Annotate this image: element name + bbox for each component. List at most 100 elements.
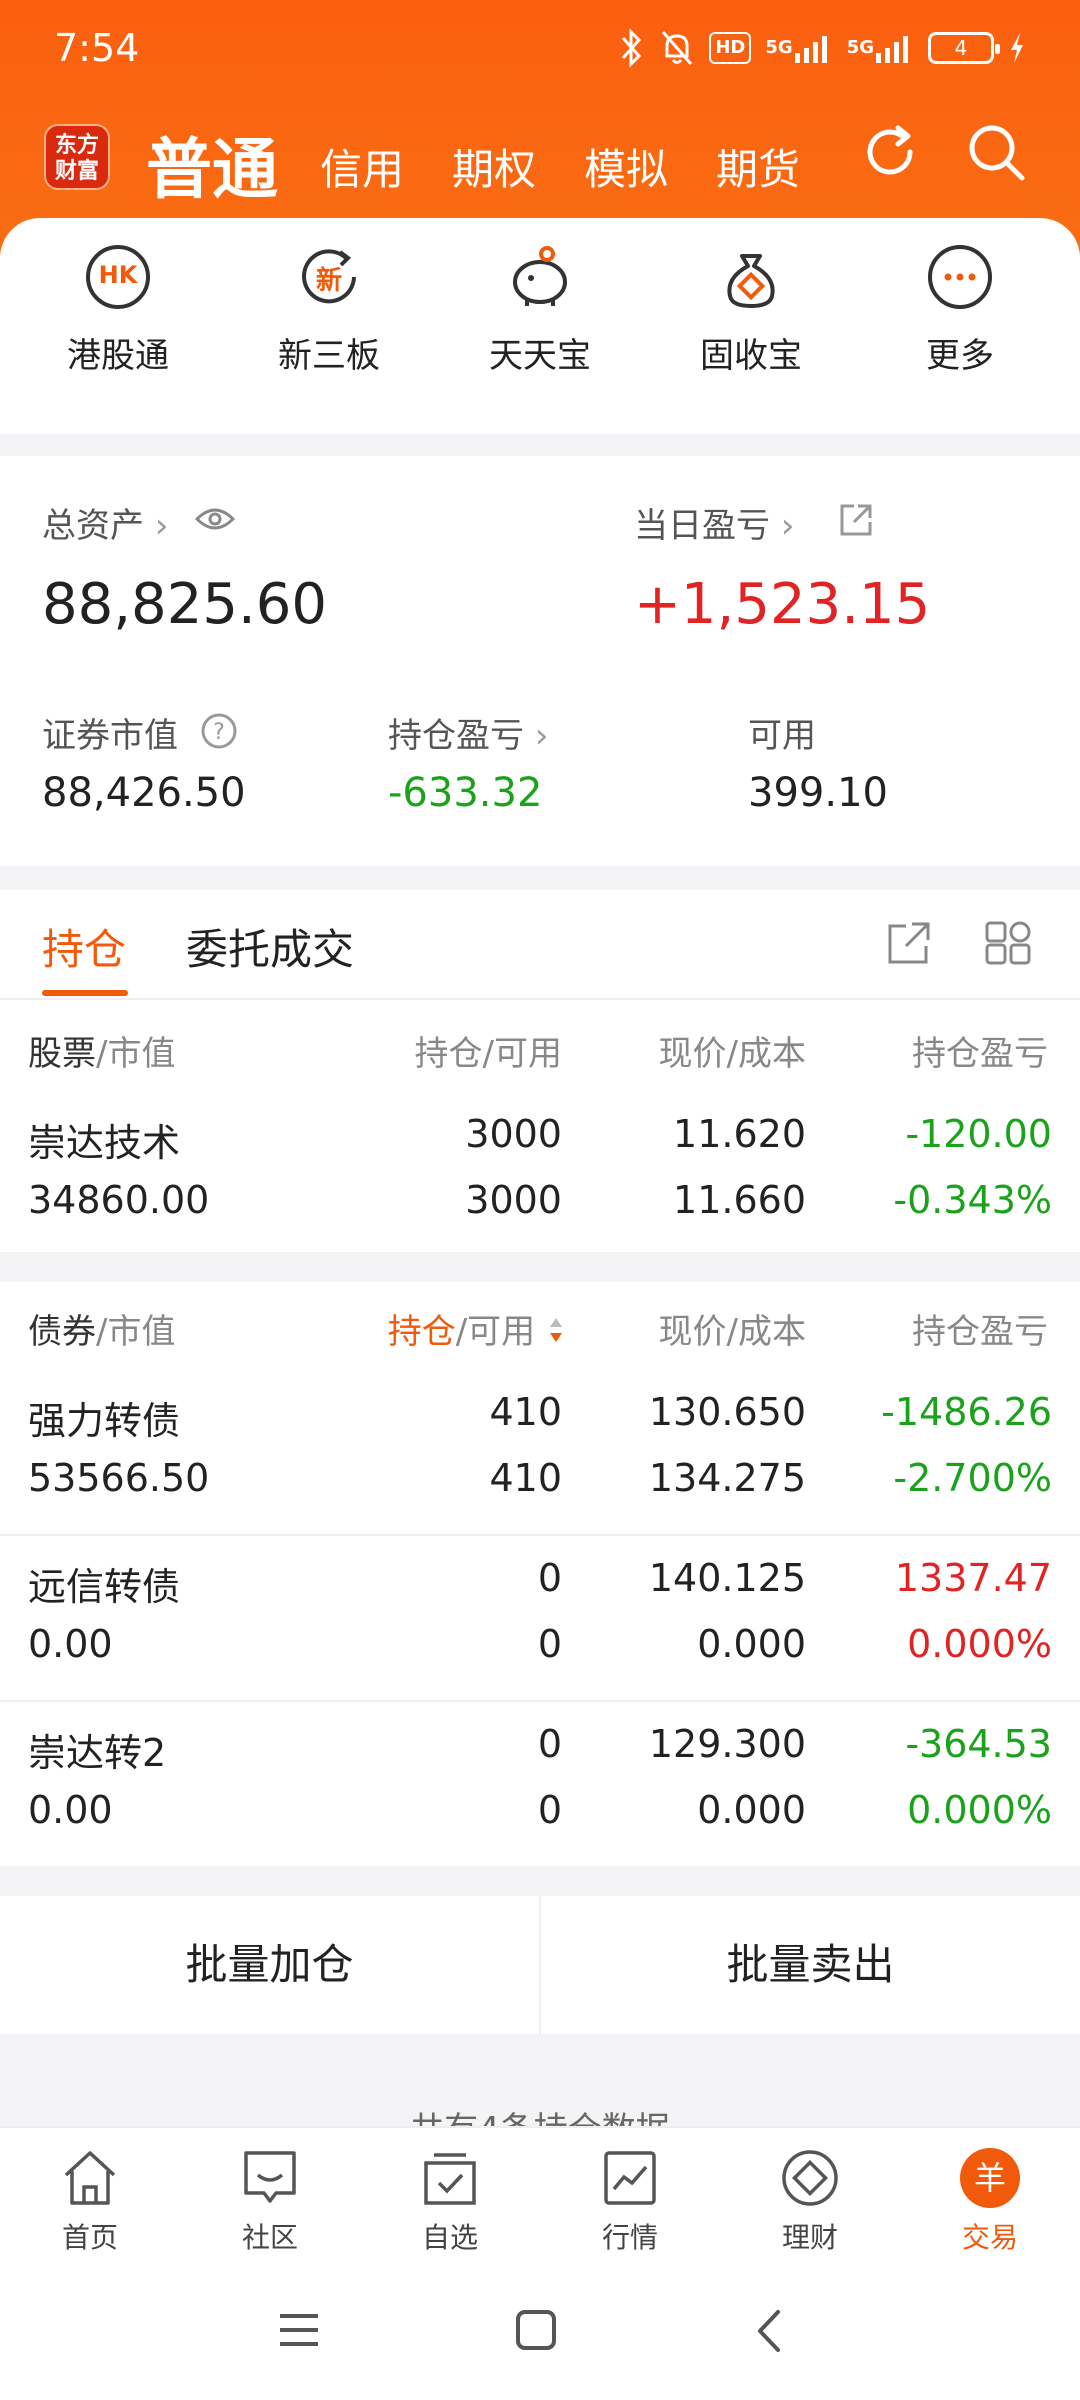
battery-icon: 4 <box>928 32 1000 64</box>
col-price[interactable]: 现价/成本 <box>606 1026 806 1075</box>
share-icon[interactable] <box>838 502 874 542</box>
market-value-label: 证券市值 <box>42 716 178 756</box>
holdings-section: 持仓 委托成交 股票/市值 持仓/可用 现价/成本 持仓盈亏 崇达技术 3486… <box>0 890 1080 1252</box>
wealth-diamond-icon <box>720 2146 900 2210</box>
app-logo: 东方 财富 <box>44 124 110 190</box>
stock-price: 11.620 <box>673 1112 806 1156</box>
status-bar: 7:54 HD 5G 5G 4 <box>0 0 1080 100</box>
chevron-right-icon: › <box>780 506 795 546</box>
tab-normal[interactable]: 普通 <box>146 116 278 212</box>
eye-icon[interactable] <box>194 504 236 538</box>
col-bond-name[interactable]: 债券/市值 <box>28 1304 175 1353</box>
bonds-section: 债券/市值 持仓/可用 现价/成本 持仓盈亏 强力转债 53566.50 410… <box>0 1282 1080 1866</box>
nav-home[interactable]: 首页 <box>0 2146 180 2256</box>
home-icon <box>0 2146 180 2210</box>
shortcut-gushoubao[interactable]: 固收宝 <box>671 244 831 377</box>
stock-pl-pct: -0.343% <box>893 1178 1052 1222</box>
batch-actions: 批量加仓 批量卖出 <box>0 1896 1080 2034</box>
nav-trade[interactable]: 羊 交易 <box>900 2146 1080 2256</box>
tab-orders[interactable]: 委托成交 <box>186 916 354 977</box>
svg-text:?: ? <box>213 720 225 745</box>
bond-pl-pct: 0.000% <box>907 1788 1052 1832</box>
bond-position: 0 <box>537 1722 562 1766</box>
charging-icon <box>1008 28 1026 68</box>
sort-icon <box>548 1314 564 1354</box>
stock-cost: 11.660 <box>673 1178 806 1222</box>
bond-available: 0 <box>537 1788 562 1832</box>
bond-name: 崇达转2 <box>28 1731 167 1775</box>
refresh-icon[interactable] <box>858 120 922 188</box>
asset-summary: 总资产 › 88,825.60 当日盈亏 › +1,523.15 证券市值 ? … <box>0 456 1080 866</box>
bond-pl: -1486.26 <box>881 1390 1052 1434</box>
piggy-bank-icon <box>507 244 573 310</box>
stock-available: 3000 <box>465 1178 562 1222</box>
help-icon[interactable]: ? <box>200 712 238 754</box>
tab-futures[interactable]: 期货 <box>716 136 800 197</box>
holdings-count-note: 共有4条持仓数据 <box>0 2102 1080 2126</box>
trade-icon: 羊 <box>900 2146 1080 2210</box>
row-divider <box>0 1534 1080 1536</box>
signal-icon-2: 5G <box>847 28 914 68</box>
shortcut-more[interactable]: 更多 <box>880 244 1040 377</box>
tab-holdings[interactable]: 持仓 <box>42 916 126 977</box>
grid-layout-icon[interactable] <box>984 920 1032 970</box>
bond-pl-pct: -2.700% <box>893 1456 1052 1500</box>
bond-available: 410 <box>489 1456 562 1500</box>
tab-underline <box>42 990 128 996</box>
status-icons: HD 5G 5G 4 <box>619 28 1026 68</box>
bond-position: 0 <box>537 1556 562 1600</box>
bond-available: 0 <box>537 1622 562 1666</box>
search-icon[interactable] <box>964 120 1028 188</box>
shortcut-tiantianbao[interactable]: 天天宝 <box>460 244 620 377</box>
holdings-tabs: 持仓 委托成交 <box>0 890 1080 1000</box>
export-icon[interactable] <box>886 920 932 970</box>
system-nav-bar <box>0 2270 1080 2400</box>
daily-pl-link[interactable]: 当日盈亏 › <box>634 498 794 547</box>
chevron-right-icon: › <box>534 716 549 756</box>
tab-options[interactable]: 期权 <box>452 136 536 197</box>
col-position[interactable]: 持仓/可用 <box>362 1026 562 1075</box>
col-stock-name[interactable]: 股票/市值 <box>28 1026 175 1075</box>
menu-icon[interactable] <box>276 2310 322 2354</box>
bond-pl: -364.53 <box>905 1722 1052 1766</box>
row-divider <box>0 1700 1080 1702</box>
status-time: 7:54 <box>54 26 140 70</box>
nav-market[interactable]: 行情 <box>540 2146 720 2256</box>
back-icon[interactable] <box>752 2308 786 2358</box>
col-bond-price[interactable]: 现价/成本 <box>606 1304 806 1353</box>
chevron-right-icon: › <box>154 506 169 546</box>
bond-price: 140.125 <box>648 1556 806 1600</box>
total-assets-value: 88,825.60 <box>42 572 328 637</box>
community-icon <box>180 2146 360 2210</box>
bond-cost: 134.275 <box>648 1456 806 1500</box>
total-assets-link[interactable]: 总资产 › <box>42 498 168 547</box>
col-bond-pl[interactable]: 持仓盈亏 <box>912 1304 1052 1353</box>
nav-wealth[interactable]: 理财 <box>720 2146 900 2256</box>
col-bond-position[interactable]: 持仓/可用 <box>332 1304 564 1354</box>
nav-watchlist[interactable]: 自选 <box>360 2146 540 2256</box>
signal-icon-1: 5G <box>765 28 832 68</box>
daily-pl-value: +1,523.15 <box>634 572 931 637</box>
batch-sell-button[interactable]: 批量卖出 <box>541 1896 1080 2034</box>
bond-name: 远信转债 <box>28 1565 181 1609</box>
batch-add-button[interactable]: 批量加仓 <box>0 1896 539 2034</box>
available-value: 399.10 <box>748 770 888 816</box>
nav-community[interactable]: 社区 <box>180 2146 360 2256</box>
hd-badge: HD <box>709 32 752 64</box>
bond-cost: 0.000 <box>697 1788 806 1832</box>
tab-simulation[interactable]: 模拟 <box>584 136 668 197</box>
tab-credit[interactable]: 信用 <box>320 136 404 197</box>
stock-position: 3000 <box>465 1112 562 1156</box>
col-pl[interactable]: 持仓盈亏 <box>912 1026 1052 1075</box>
account-type-nav: 东方 财富 普通 信用 期权 模拟 期货 <box>0 110 1080 210</box>
watchlist-icon <box>360 2146 540 2210</box>
home-square-icon[interactable] <box>514 2308 558 2356</box>
shortcut-hk-connect[interactable]: HK 港股通 <box>38 244 198 377</box>
new-board-icon: 新 <box>296 244 362 310</box>
shortcut-new-third-board[interactable]: 新 新三板 <box>249 244 409 377</box>
bond-price: 130.650 <box>648 1390 806 1434</box>
bond-market-value: 0.00 <box>28 1622 113 1666</box>
holding-pl-link[interactable]: 持仓盈亏 › <box>388 708 548 757</box>
available-label: 可用 <box>748 716 816 756</box>
bond-position: 410 <box>489 1390 562 1434</box>
